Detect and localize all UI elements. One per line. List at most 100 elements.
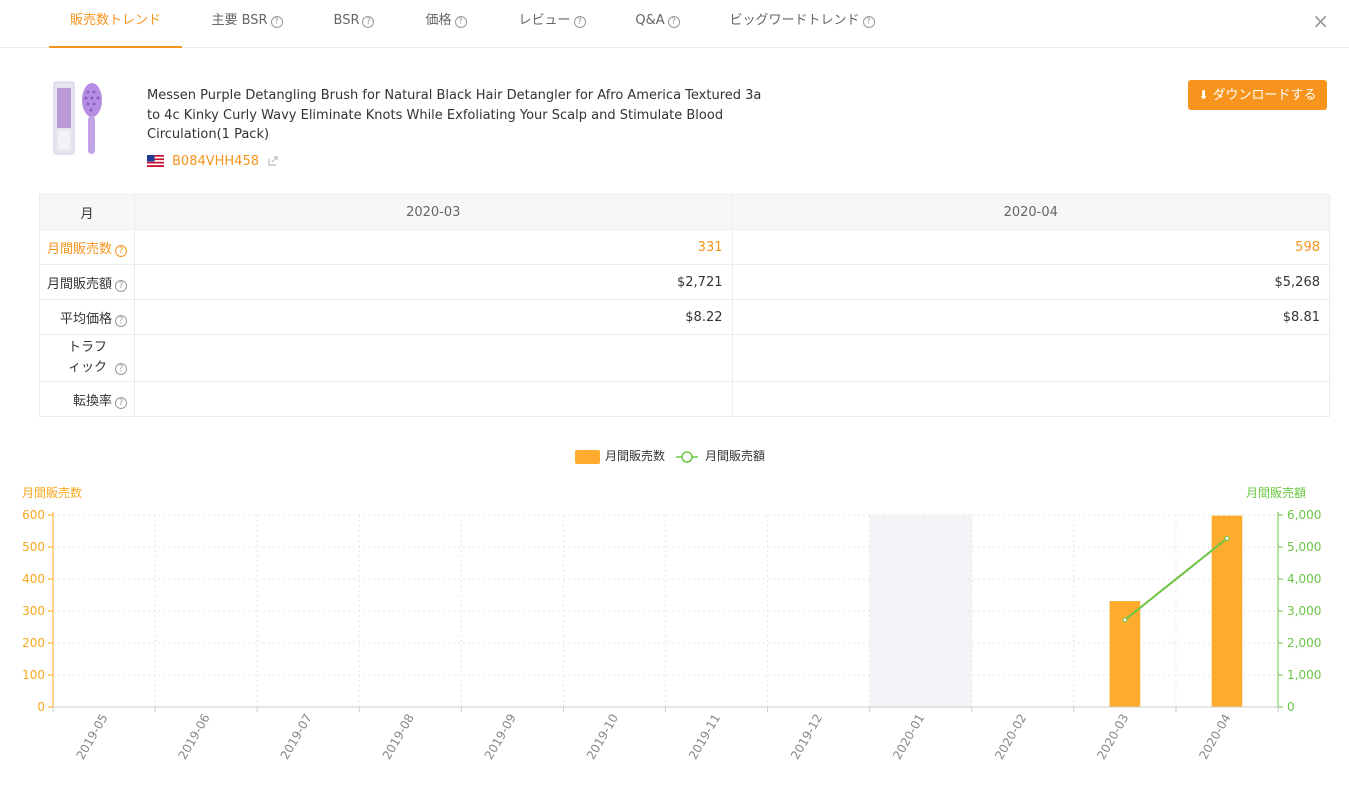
legend-label[interactable]: 月間販売額	[705, 448, 765, 463]
tab-label: ビッグワードトレンド	[729, 13, 860, 28]
row-label-cell: 転換率?	[39, 381, 135, 417]
x-tick-label: 2019-11	[686, 712, 723, 762]
table-cell: $5,268	[731, 264, 1330, 300]
download-label: ダウンロードする	[1212, 88, 1317, 103]
row-label-cell: 月間販売数?	[39, 229, 135, 265]
x-tick-label: 2020-02	[992, 712, 1029, 762]
asin-link[interactable]: B084VHH458	[172, 154, 259, 169]
x-tick-label: 2020-01	[890, 712, 927, 762]
table-cell: 331	[134, 229, 733, 265]
x-tick-label: 2019-08	[380, 712, 417, 762]
y-tick-label-left: 400	[22, 572, 45, 586]
tab-label: 価格	[425, 13, 452, 28]
table-cell: $8.22	[134, 299, 733, 335]
table-cell: $8.81	[731, 299, 1330, 335]
help-icon[interactable]: ?	[115, 363, 127, 375]
legend-bar-swatch[interactable]	[575, 450, 600, 464]
sales-table: 月 2020-03 2020-04 月間販売数? 331 598 月間販売額? …	[39, 194, 1330, 417]
x-tick-label: 2019-07	[278, 712, 315, 762]
table-cell	[134, 381, 733, 417]
month-header: 月	[39, 194, 135, 230]
table-row: 月間販売額? $2,721 $5,268	[39, 264, 1330, 300]
y-tick-label-left: 0	[37, 700, 45, 714]
table-row: トラフィック?	[39, 334, 1330, 382]
x-tick-label: 2019-06	[176, 712, 213, 762]
chart-plot-area: 0 0 100 1,000 200 2,000 300 3,000 400 4,000 500 5,0…	[22, 508, 1321, 762]
tab-qa[interactable]: Q&A?	[626, 0, 689, 47]
table-row: 転換率?	[39, 381, 1330, 417]
y-tick-label-right: 1,000	[1287, 668, 1321, 682]
x-tick-label: 2019-12	[788, 712, 825, 762]
help-icon[interactable]: ?	[573, 16, 586, 28]
asin-row: B084VHH458	[147, 152, 279, 170]
help-icon[interactable]: ?	[454, 16, 467, 28]
row-label: 転換率	[72, 393, 112, 409]
table-cell: 598	[731, 229, 1330, 265]
y-tick-label-left: 500	[22, 540, 45, 554]
y-tick-label-left: 100	[22, 668, 45, 682]
close-icon[interactable]: ×	[1312, 10, 1329, 32]
legend-line-marker	[681, 451, 693, 463]
help-icon[interactable]: ?	[270, 16, 283, 28]
help-icon[interactable]: ?	[115, 314, 127, 327]
x-tick-label: 2019-09	[482, 712, 519, 762]
line-point[interactable]	[1122, 617, 1128, 623]
tab-label: レビュー	[518, 13, 571, 28]
row-label-cell: トラフィック?	[39, 334, 135, 382]
help-icon[interactable]: ?	[667, 16, 680, 28]
y-tick-label-left: 300	[22, 604, 45, 618]
tab-bar: 販売数トレンド 主要 BSR? BSR? 価格? レビュー? Q&A? ビッグワ…	[0, 0, 1349, 48]
tab-bsr[interactable]: BSR?	[323, 0, 385, 47]
x-tick-label: 2019-05	[73, 712, 110, 762]
y-tick-label-right: 5,000	[1287, 540, 1321, 554]
row-label: 平均価格	[59, 311, 112, 327]
help-icon[interactable]: ?	[862, 16, 875, 28]
line-point[interactable]	[1224, 535, 1230, 541]
help-icon[interactable]: ?	[115, 396, 127, 409]
tab-reviews[interactable]: レビュー?	[507, 0, 597, 47]
table-cell	[134, 334, 733, 382]
y-tick-label-left: 200	[22, 636, 45, 650]
y-axis-left-title: 月間販売数	[22, 485, 82, 500]
bar[interactable]	[1211, 515, 1243, 707]
row-label-cell: 平均価格?	[39, 299, 135, 335]
table-row: 月間販売数? 331 598	[39, 229, 1330, 265]
download-button[interactable]: ⬇ ダウンロードする	[1188, 80, 1327, 110]
tab-label: BSR	[333, 13, 360, 28]
external-link-icon[interactable]	[267, 155, 279, 167]
tab-label: 主要 BSR	[211, 13, 268, 28]
y-tick-label-right: 3,000	[1287, 604, 1321, 618]
table-row: 平均価格? $8.22 $8.81	[39, 299, 1330, 335]
download-icon: ⬇	[1198, 88, 1209, 102]
tab-big-word-trend[interactable]: ビッグワードトレンド?	[718, 0, 886, 47]
y-axis-right-title: 月間販売額	[1246, 485, 1306, 500]
product-thumbnail	[53, 81, 102, 155]
x-tick-label: 2019-10	[584, 712, 621, 762]
y-tick-label-right: 6,000	[1287, 508, 1321, 522]
bar[interactable]	[1109, 601, 1141, 707]
chart-legend: 月間販売数 月間販売額	[575, 448, 765, 464]
tab-price[interactable]: 価格?	[414, 0, 478, 47]
y-tick-label-right: 0	[1287, 700, 1295, 714]
help-icon[interactable]: ?	[115, 279, 127, 292]
help-icon[interactable]: ?	[115, 244, 127, 257]
row-label-cell: 月間販売額?	[39, 264, 135, 300]
y-tick-label-right: 4,000	[1287, 572, 1321, 586]
us-flag-icon	[147, 155, 164, 167]
tab-label: 販売数トレンド	[69, 13, 161, 28]
row-label: 月間販売数	[46, 241, 112, 257]
table-cell	[731, 334, 1330, 382]
month-column-header: 2020-03	[134, 194, 733, 230]
sales-trend-chart: 月間販売数 月間販売額 月間販売数 月間販売額 0 0 100 1,000 200 2,0…	[22, 448, 1321, 762]
y-tick-label-right: 2,000	[1287, 636, 1321, 650]
x-tick-label: 2020-04	[1196, 712, 1233, 762]
tab-label: Q&A	[635, 13, 665, 28]
table-cell	[731, 381, 1330, 417]
product-title[interactable]: Messen Purple Detangling Brush for Natur…	[147, 86, 777, 145]
tab-main-bsr[interactable]: 主要 BSR?	[200, 0, 294, 47]
x-tick-label: 2020-03	[1094, 712, 1131, 762]
tab-sales-trend[interactable]: 販売数トレンド	[49, 0, 182, 48]
help-icon[interactable]: ?	[362, 16, 375, 28]
row-label: トラフィック	[68, 340, 108, 375]
legend-label[interactable]: 月間販売数	[605, 448, 665, 463]
